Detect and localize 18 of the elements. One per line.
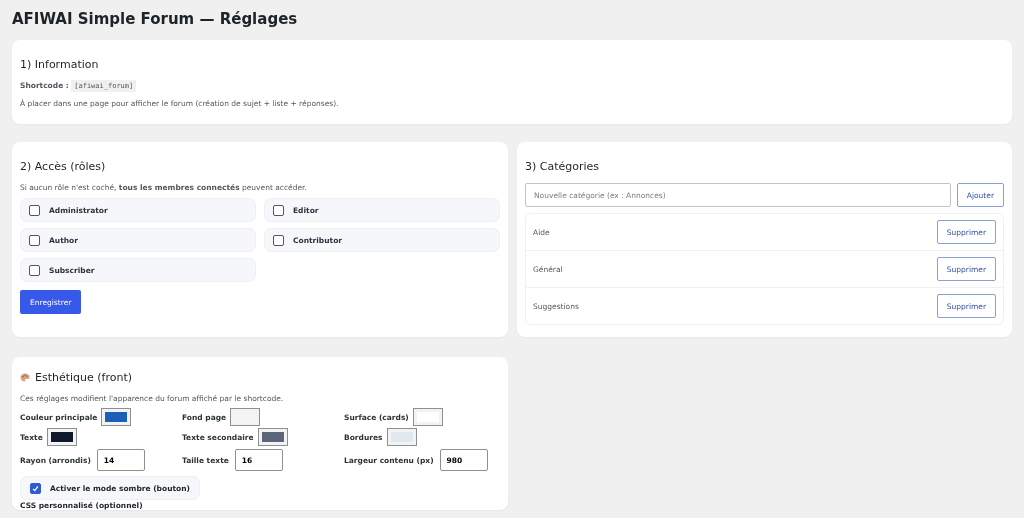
checkbox[interactable] xyxy=(273,204,284,216)
section-title: 3) Catégories xyxy=(525,160,601,173)
section-title: 2) Accès (rôles) xyxy=(20,160,107,173)
color-swatch[interactable] xyxy=(413,409,442,425)
checkbox[interactable] xyxy=(30,482,41,494)
color-swatch[interactable] xyxy=(387,429,416,445)
checkbox[interactable] xyxy=(29,204,40,216)
checkbox[interactable] xyxy=(29,234,40,246)
color-swatch[interactable] xyxy=(258,429,287,445)
section-title: 1) Information xyxy=(20,58,100,71)
page-title: AFIWAI Simple Forum — Réglages xyxy=(12,10,299,28)
color-swatch[interactable] xyxy=(231,409,260,425)
checkbox[interactable] xyxy=(273,234,284,246)
section-title: Esthétique (front) xyxy=(35,371,133,384)
palette-icon xyxy=(20,373,30,382)
checkbox[interactable] xyxy=(29,264,40,276)
color-swatch[interactable] xyxy=(102,409,131,425)
color-swatch[interactable] xyxy=(47,429,76,445)
